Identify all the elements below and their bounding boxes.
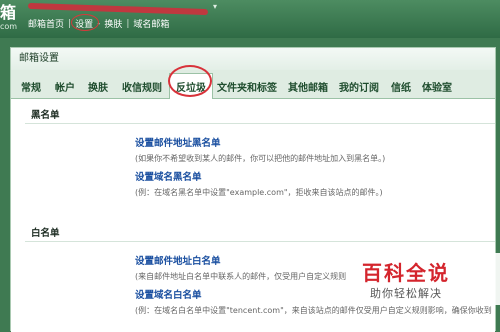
email-whitelist-link[interactable]: 设置邮件地址白名单 [135, 253, 221, 267]
top-navigation: 邮箱首页 | 设置 - 换肤 | 域名邮箱 [28, 14, 169, 31]
tab-folders-labels[interactable]: 文件夹和标签 [217, 79, 277, 94]
nav-mail-home[interactable]: 邮箱首页 [28, 17, 64, 30]
tab-account[interactable]: 帐户 [55, 79, 75, 94]
account-dropdown-icon[interactable]: ▾ [213, 2, 217, 11]
highlight-circle [168, 65, 212, 97]
nav-skin[interactable]: 换肤 [104, 17, 122, 30]
email-blacklist-link[interactable]: 设置邮件地址黑名单 [135, 135, 221, 149]
panel-title: 邮箱设置 [11, 48, 495, 71]
whitelist-title: 白名单 [31, 228, 60, 239]
domain-blacklist-desc: (例：在域名黑名单中设置"example.com"，拒收来自该站点的邮件。) [135, 188, 383, 197]
logo: 箱 [0, 3, 17, 22]
top-bar: 箱 com ▾ 邮箱首页 | 设置 - 换肤 | 域名邮箱 [0, 0, 500, 38]
domain-whitelist-link[interactable]: 设置域名白名单 [135, 287, 202, 301]
nav-separator: | [126, 18, 130, 29]
tab-general[interactable]: 常规 [21, 79, 41, 94]
settings-tabs: 常规 帐户 换肤 收信规则 反垃圾 文件夹和标签 其他邮箱 我的订阅 信纸 体验… [11, 70, 495, 100]
watermark-subtitle: 助你轻松解决 [370, 287, 442, 300]
domain-whitelist-desc: (例：在域名白名单中设置"tencent.com"，来自该站点的邮件仅受用户自定… [135, 306, 492, 315]
tab-skin[interactable]: 换肤 [88, 79, 108, 94]
tab-other-mailboxes[interactable]: 其他邮箱 [288, 79, 328, 94]
divider [25, 123, 495, 124]
tab-receive-rules[interactable]: 收信规则 [122, 79, 162, 94]
watermark: 百科全说 助你轻松解决 [350, 253, 500, 305]
tab-lab[interactable]: 体验室 [422, 79, 452, 94]
divider [25, 241, 495, 242]
tab-subscriptions[interactable]: 我的订阅 [339, 79, 379, 94]
logo-subtitle: com [0, 22, 18, 31]
nav-settings[interactable]: 设置 [71, 14, 100, 31]
email-whitelist-desc: (来自邮件地址白名单中联系人的邮件，仅受用户自定义规则 [135, 272, 347, 281]
domain-blacklist-link[interactable]: 设置域名黑名单 [135, 169, 202, 183]
account-name-redacted [27, 2, 209, 16]
email-blacklist-desc: (如果你不希望收到某人的邮件，你可以把他的邮件地址加入到黑名单。) [135, 154, 386, 163]
tab-stationery[interactable]: 信纸 [391, 79, 411, 94]
watermark-title: 百科全说 [362, 261, 450, 285]
nav-domain-mail[interactable]: 域名邮箱 [133, 17, 169, 30]
blacklist-title: 黑名单 [31, 110, 60, 121]
